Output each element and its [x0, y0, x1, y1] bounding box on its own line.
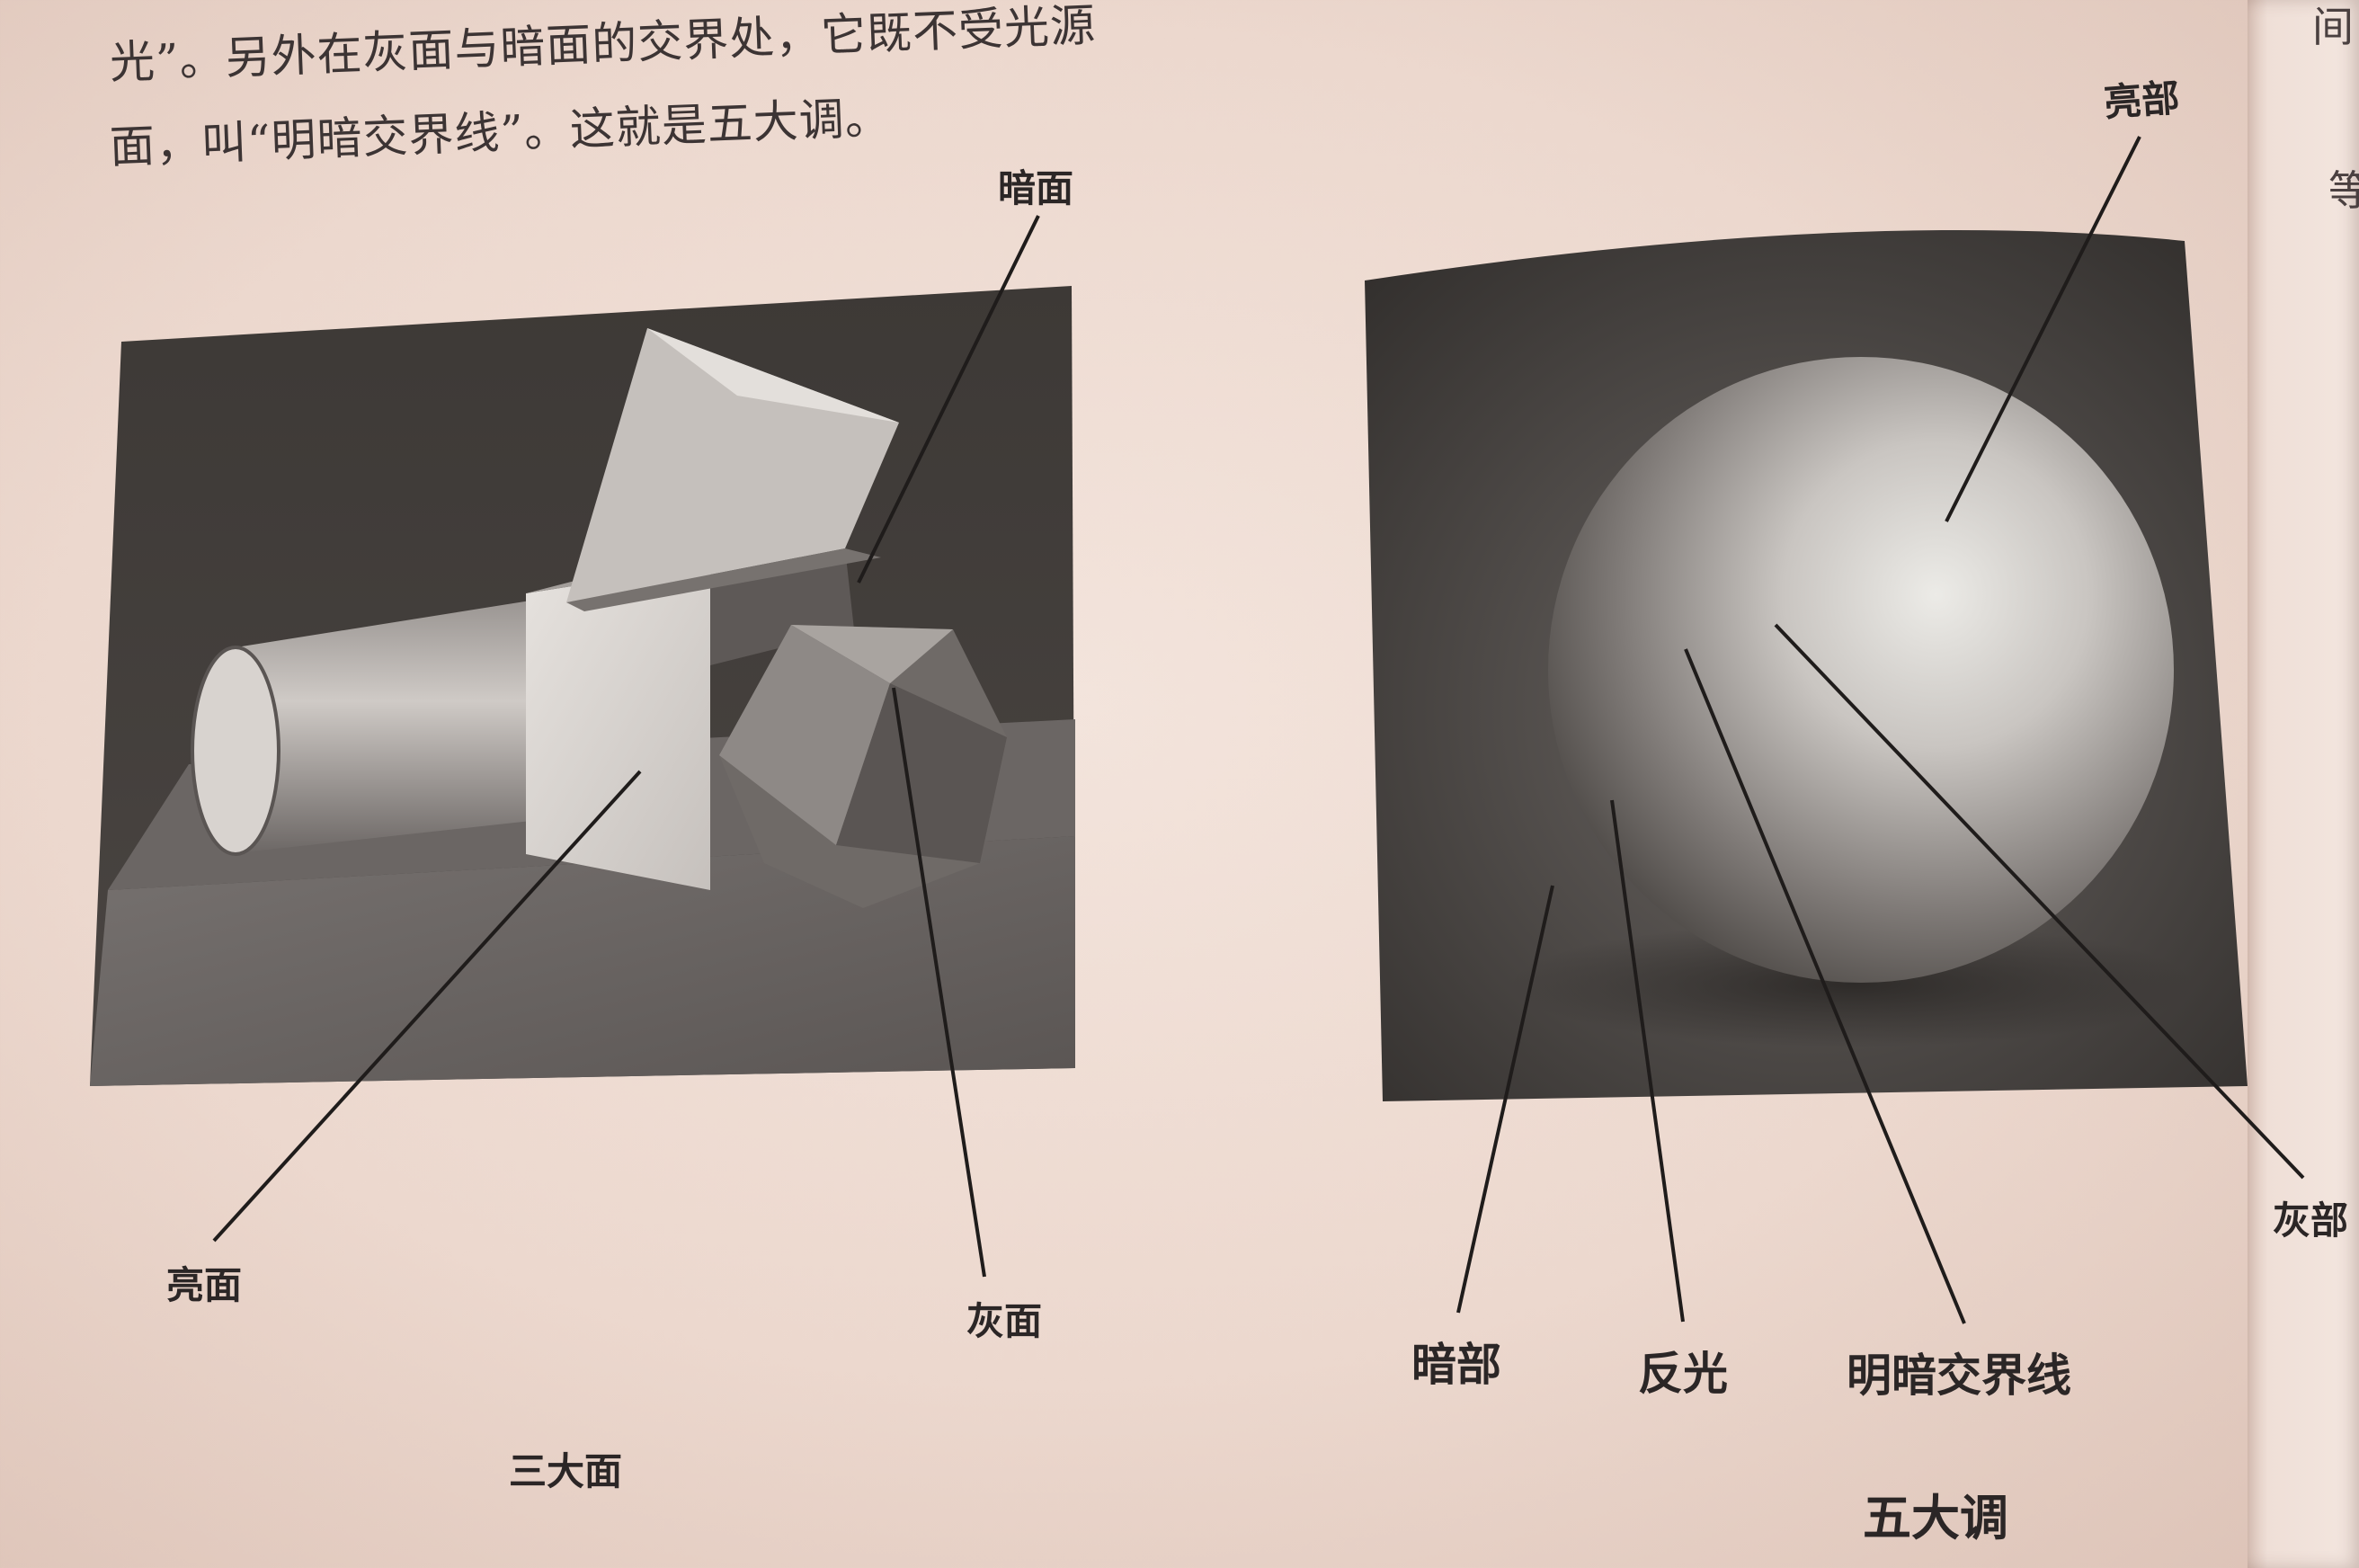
drawing-five-tones: [1365, 136, 2305, 1324]
sphere: [1548, 357, 2174, 983]
label-dark-face: 暗面: [998, 166, 1074, 210]
label-gray: 灰部: [2273, 1198, 2349, 1243]
label-gray-face: 灰面: [966, 1299, 1043, 1343]
caption-three-faces: 三大面: [509, 1449, 623, 1493]
cube-front: [526, 565, 710, 890]
drawing-three-faces: [90, 215, 1075, 1278]
label-highlight: 亮部: [2102, 76, 2181, 125]
cylinder-end: [191, 646, 280, 856]
illustrations: [90, 136, 2305, 1324]
caption-five-tones: 五大调: [1863, 1490, 2008, 1546]
label-light-face: 亮面: [166, 1263, 243, 1307]
label-dark: 暗部: [1411, 1339, 1501, 1391]
label-reflected-light: 反光: [1638, 1348, 1728, 1400]
label-terminator: 明暗交界线: [1847, 1350, 2071, 1402]
